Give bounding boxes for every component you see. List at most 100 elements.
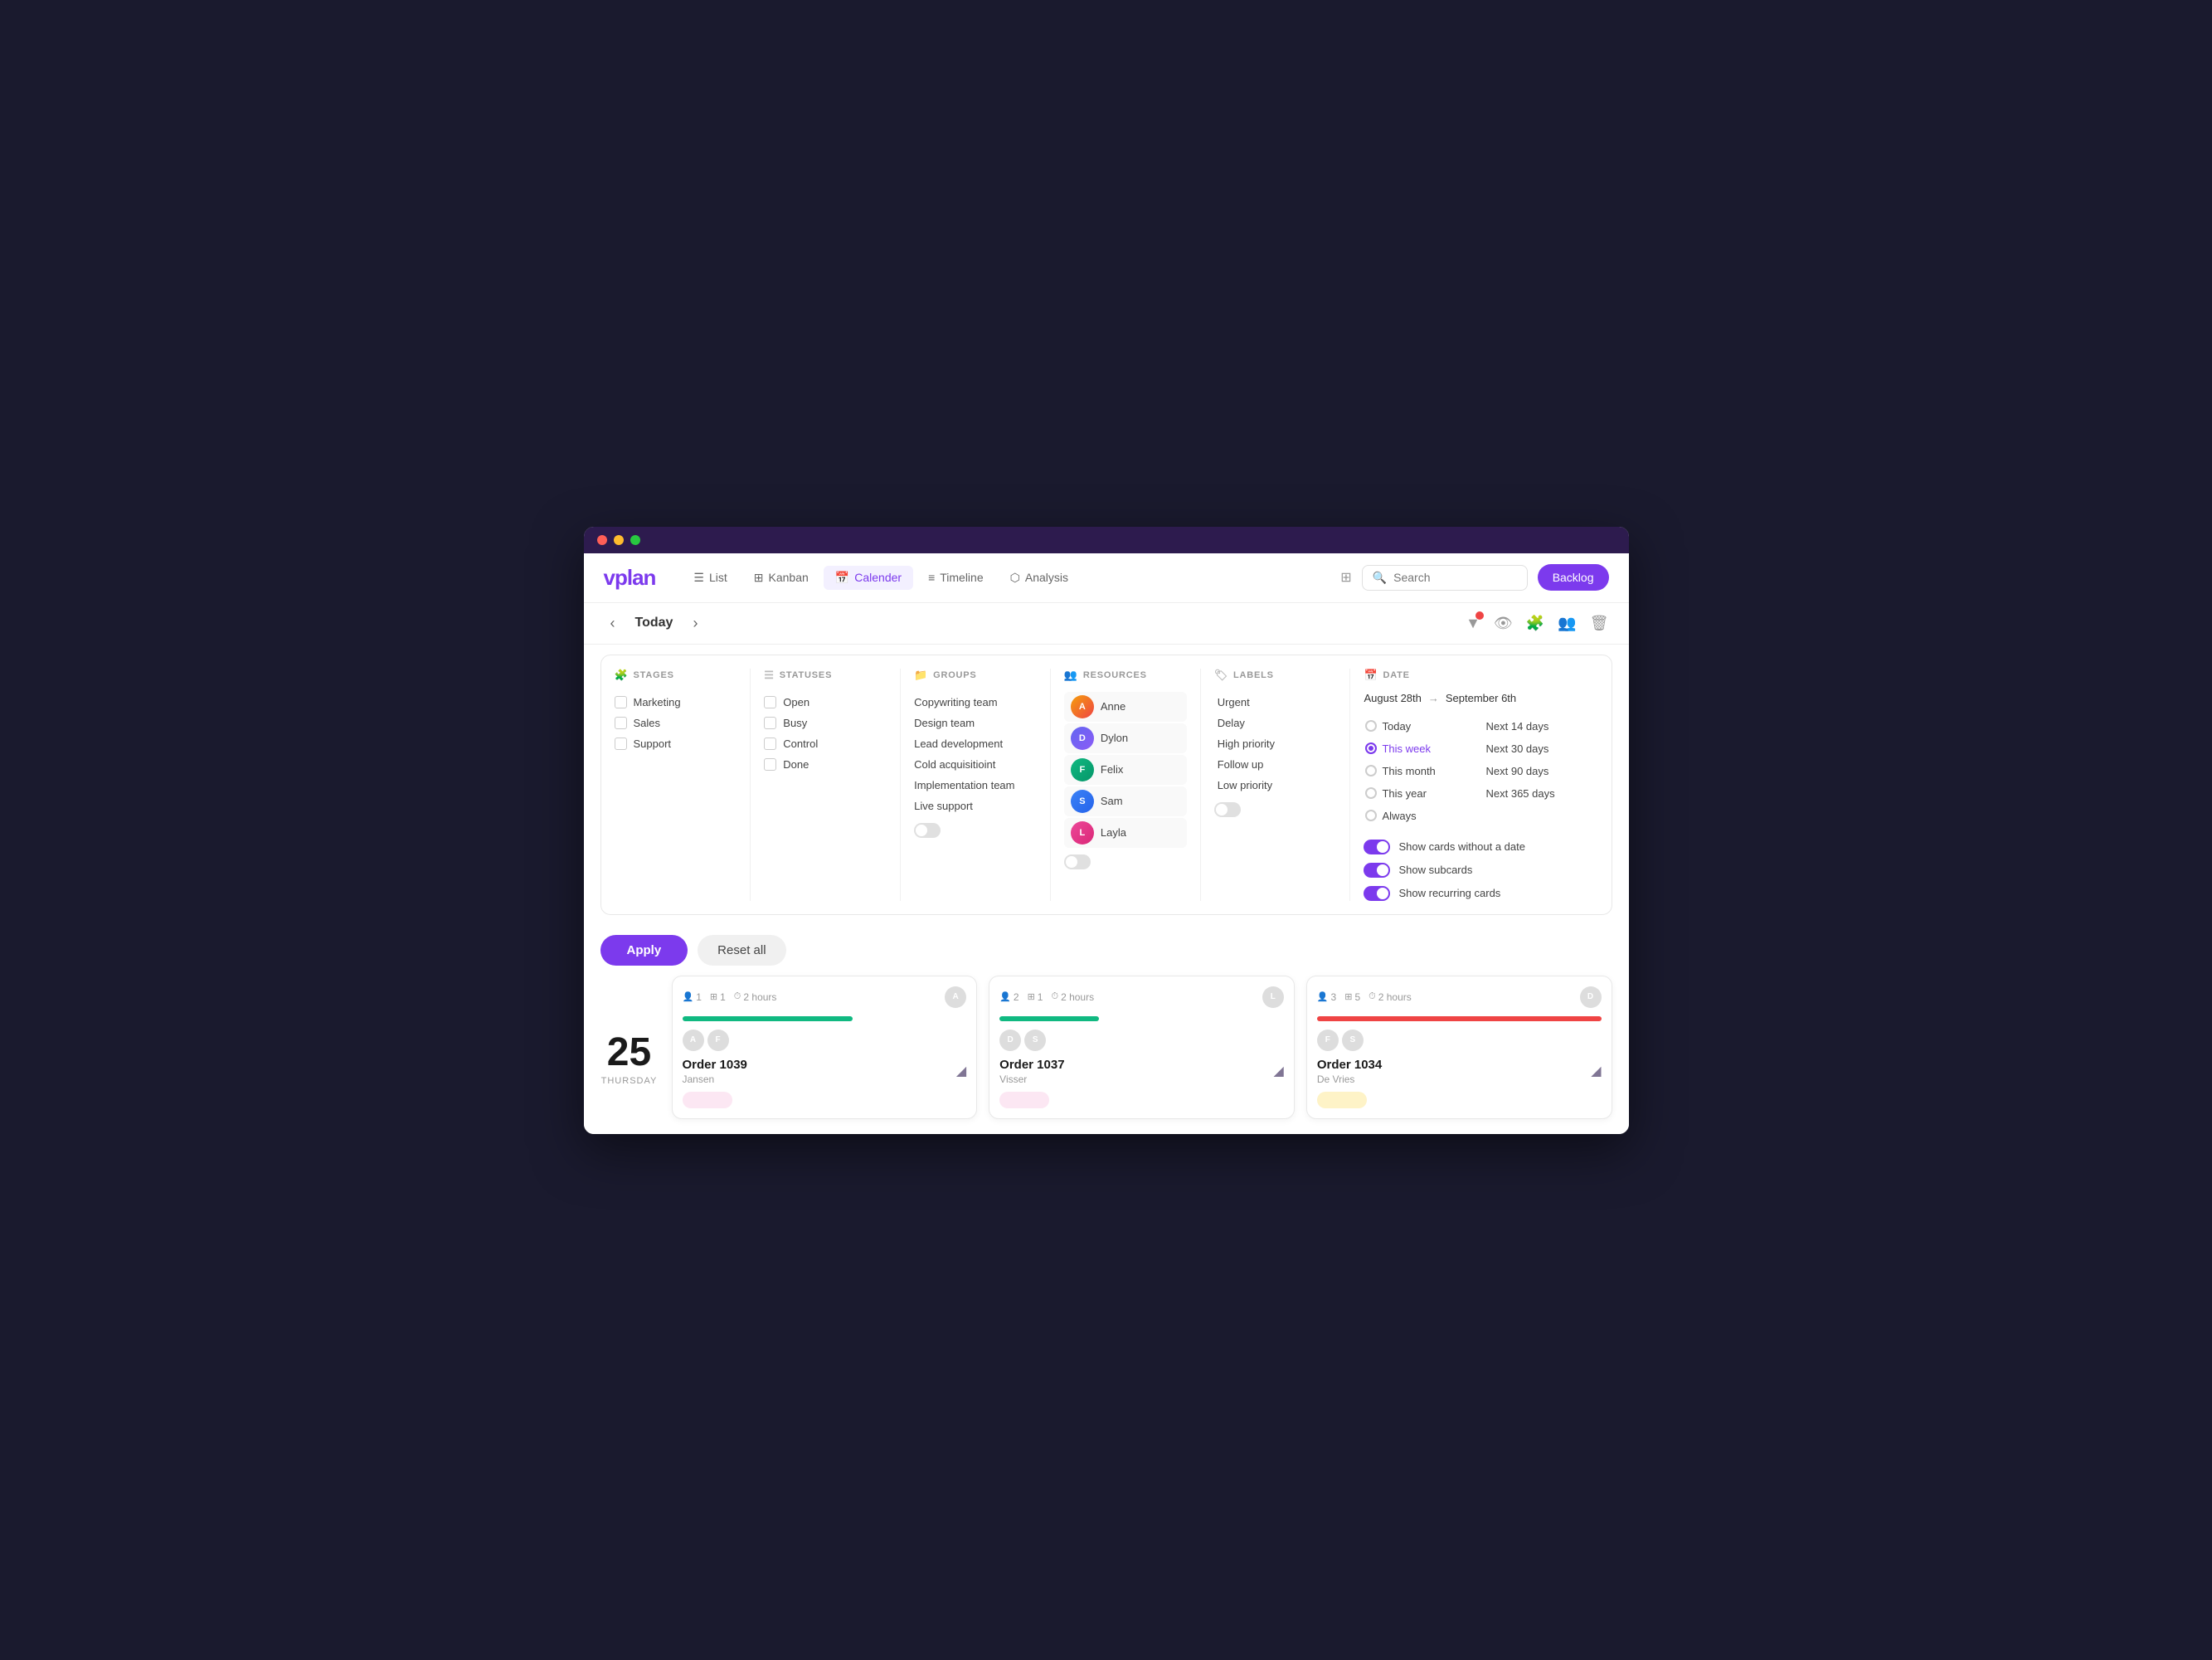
subtask-icon: ⊞ (710, 991, 717, 1002)
groups-icon: 📁 (914, 669, 928, 682)
search-box[interactable]: 🔍 (1362, 565, 1528, 591)
stage-support-checkbox[interactable] (615, 738, 627, 750)
label-urgent[interactable]: Urgent (1214, 692, 1337, 713)
status-open-checkbox[interactable] (764, 696, 776, 708)
card-1034-top: 👤 3 ⊞ 5 ⏱ 2 hours D (1317, 986, 1602, 1008)
date-options: Today Next 14 days This week Next 30 day… (1364, 716, 1584, 826)
card-order-1034[interactable]: 👤 3 ⊞ 5 ⏱ 2 hours D (1306, 976, 1612, 1119)
group-copywriting[interactable]: Copywriting team (914, 692, 1037, 713)
status-open[interactable]: Open (764, 692, 887, 713)
resource-felix[interactable]: F Felix (1064, 755, 1187, 785)
radio-always[interactable] (1365, 810, 1377, 821)
labels-title: 🏷 LABELS (1214, 669, 1337, 682)
status-done-checkbox[interactable] (764, 758, 776, 771)
card-1034-bottom: Order 1034 De Vries ◢ (1317, 1058, 1602, 1108)
resource-sam[interactable]: S Sam (1064, 786, 1187, 816)
card-1039-progress (683, 1016, 853, 1021)
filter-icon[interactable]: ▼ (1466, 615, 1480, 632)
status-busy-checkbox[interactable] (764, 717, 776, 729)
today-label: Today (635, 616, 673, 630)
card-order-1039[interactable]: 👤 1 ⊞ 1 ⏱ 2 hours A (672, 976, 978, 1119)
date-option-next30[interactable]: Next 30 days (1485, 738, 1585, 759)
card-1037-avatar: L (1262, 986, 1284, 1008)
card-arrow-1034: ◢ (1591, 1063, 1601, 1079)
label-low-priority[interactable]: Low priority (1214, 775, 1337, 796)
avatar-dylon: D (1071, 727, 1094, 750)
status-control-checkbox[interactable] (764, 738, 776, 750)
search-input[interactable] (1393, 571, 1517, 584)
card-1034-hours: ⏱ 2 hours (1369, 991, 1412, 1003)
resource-dylon[interactable]: D Dylon (1064, 723, 1187, 753)
group-live-support[interactable]: Live support (914, 796, 1037, 816)
date-nav-controls: ‹ Today › (604, 611, 705, 635)
reset-button[interactable]: Reset all (698, 935, 785, 966)
card-1037-progress (999, 1016, 1099, 1021)
analysis-icon: ⬡ (1010, 571, 1020, 585)
date-option-this-year[interactable]: This year (1364, 783, 1464, 804)
date-option-this-month[interactable]: This month (1364, 761, 1464, 781)
filter-panel: 🧩 STAGES Marketing Sales Support (600, 655, 1612, 915)
group-cold[interactable]: Cold acquisitioint (914, 754, 1037, 775)
groups-toggle[interactable] (914, 823, 941, 838)
avatar-sm-dylon: D (999, 1030, 1021, 1051)
resource-layla[interactable]: L Layla (1064, 818, 1187, 848)
radio-this-year[interactable] (1365, 787, 1377, 799)
trash-icon[interactable]: 🗑 (1590, 615, 1609, 632)
radio-today[interactable] (1365, 720, 1377, 732)
prev-arrow[interactable]: ‹ (604, 611, 622, 635)
toggle-subcards-switch[interactable] (1364, 863, 1390, 878)
users-icon[interactable]: 👥 (1558, 615, 1576, 632)
resource-anne[interactable]: A Anne (1064, 692, 1187, 722)
apply-button[interactable]: Apply (600, 935, 688, 966)
tab-list[interactable]: ☰ List (682, 566, 738, 590)
stage-marketing-checkbox[interactable] (615, 696, 627, 708)
resources-toggle[interactable] (1064, 854, 1091, 869)
status-done[interactable]: Done (764, 754, 887, 775)
card-order-1037[interactable]: 👤 2 ⊞ 1 ⏱ 2 hours L (989, 976, 1295, 1119)
tab-analysis[interactable]: ⬡ Analysis (999, 566, 1080, 590)
tab-kanban[interactable]: ⊞ Kanban (742, 566, 820, 590)
label-high-priority[interactable]: High priority (1214, 733, 1337, 754)
toggle-no-date-switch[interactable] (1364, 840, 1390, 854)
backlog-button[interactable]: Backlog (1538, 564, 1609, 591)
toggle-recurring-switch[interactable] (1364, 886, 1390, 901)
date-range: August 28th → September 6th (1364, 692, 1584, 704)
date-option-next90[interactable]: Next 90 days (1485, 761, 1585, 781)
group-implementation[interactable]: Implementation team (914, 775, 1037, 796)
stage-sales-checkbox[interactable] (615, 717, 627, 729)
label-follow-up[interactable]: Follow up (1214, 754, 1337, 775)
tab-calendar[interactable]: 📅 Calender (824, 566, 913, 590)
status-control[interactable]: Control (764, 733, 887, 754)
card-1039-subtasks: ⊞ 1 (710, 991, 726, 1003)
calendar-date: 25 THURSDAY (600, 976, 659, 1119)
eye-icon[interactable]: 👁 (1494, 615, 1513, 632)
date-option-today[interactable]: Today (1364, 716, 1464, 737)
puzzle-icon[interactable]: 🧩 (1526, 615, 1544, 632)
date-option-this-week[interactable]: This week (1364, 738, 1464, 759)
stage-sales[interactable]: Sales (615, 713, 737, 733)
subtask-icon-2: ⊞ (1028, 991, 1035, 1002)
stage-support[interactable]: Support (615, 733, 737, 754)
stage-marketing[interactable]: Marketing (615, 692, 737, 713)
card-1034-avatars: F S (1317, 1030, 1602, 1051)
next-arrow[interactable]: › (686, 611, 704, 635)
card-arrow-1037: ◢ (1274, 1063, 1284, 1079)
order-1039-title: Order 1039 Jansen (683, 1058, 747, 1085)
list-icon: ☰ (693, 571, 704, 585)
avatar-anne: A (1071, 695, 1094, 718)
date-option-always[interactable]: Always (1364, 806, 1464, 826)
date-option-next14[interactable]: Next 14 days (1485, 716, 1585, 737)
date-option-next365[interactable]: Next 365 days (1485, 783, 1585, 804)
status-busy[interactable]: Busy (764, 713, 887, 733)
labels-section: 🏷 LABELS Urgent Delay High priority Foll… (1201, 669, 1351, 901)
radio-this-week[interactable] (1365, 742, 1377, 754)
card-1039-bottom: Order 1039 Jansen ◢ (683, 1058, 967, 1108)
radio-this-month[interactable] (1365, 765, 1377, 776)
labels-toggle[interactable] (1214, 802, 1241, 817)
card-1037-bottom: Order 1037 Visser ◢ (999, 1058, 1284, 1108)
expand-icon[interactable]: ⊞ (1340, 569, 1351, 586)
group-lead-dev[interactable]: Lead development (914, 733, 1037, 754)
label-delay[interactable]: Delay (1214, 713, 1337, 733)
group-design[interactable]: Design team (914, 713, 1037, 733)
tab-timeline[interactable]: ≡ Timeline (916, 566, 995, 589)
